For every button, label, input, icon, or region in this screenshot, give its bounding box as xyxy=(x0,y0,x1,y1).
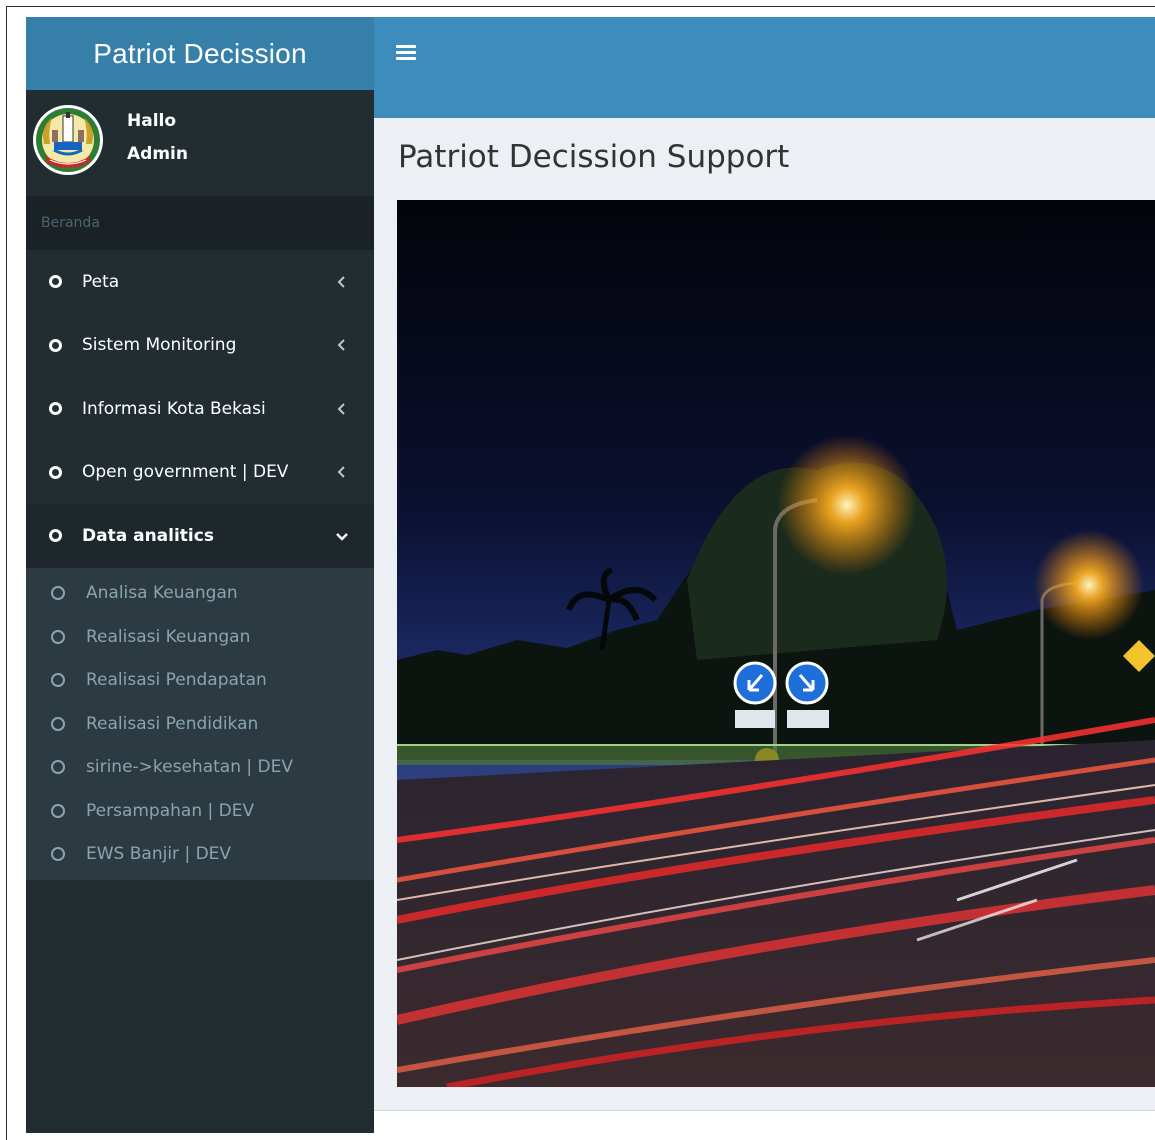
submenu-item-ews-banjir[interactable]: EWS Banjir | DEV xyxy=(26,833,374,877)
submenu-item-realisasi-pendidikan[interactable]: Realisasi Pendidikan xyxy=(26,702,374,746)
user-name: Admin xyxy=(127,144,188,164)
sidebar-item-label: Data analitics xyxy=(82,525,214,546)
circle-o-icon xyxy=(49,275,62,289)
sidebar-item-data-analitics[interactable]: Data analitics xyxy=(26,504,374,568)
sidebar-item-open-government[interactable]: Open government | DEV xyxy=(26,441,374,505)
chevron-left-icon xyxy=(337,466,345,478)
submenu-item-label: Realisasi Pendapatan xyxy=(86,670,267,691)
circle-o-icon xyxy=(51,673,65,688)
submenu-item-label: Realisasi Keuangan xyxy=(86,626,251,647)
submenu-data-analitics: Analisa Keuangan Realisasi Keuangan Real… xyxy=(26,567,374,880)
circle-o-icon xyxy=(51,847,65,862)
circle-o-icon xyxy=(51,760,65,775)
submenu-item-label: Realisasi Pendidikan xyxy=(86,713,259,734)
user-greeting: Hallo xyxy=(127,111,177,131)
chevron-left-icon xyxy=(337,339,345,351)
circle-o-icon xyxy=(49,338,62,352)
sidebar-item-label: Open government | DEV xyxy=(82,462,289,483)
submenu-item-realisasi-pendapatan[interactable]: Realisasi Pendapatan xyxy=(26,659,374,703)
sidebar-section-header: Beranda xyxy=(26,196,374,250)
brand-logo[interactable]: Patriot Decission xyxy=(26,17,374,90)
chevron-left-icon xyxy=(337,276,345,288)
circle-o-icon xyxy=(49,529,62,543)
content-wrapper: Patriot Decission Support xyxy=(374,118,1155,1110)
chevron-left-icon xyxy=(337,403,345,415)
top-navbar xyxy=(374,17,1155,118)
submenu-item-label: Persampahan | DEV xyxy=(86,800,255,821)
submenu-item-label: EWS Banjir | DEV xyxy=(86,844,232,865)
sidebar-item-informasi-kota-bekasi[interactable]: Informasi Kota Bekasi xyxy=(26,377,374,441)
circle-o-icon xyxy=(51,803,65,818)
submenu-item-label: sirine->kesehatan | DEV xyxy=(86,757,293,778)
sidebar: Patriot Decission Hallo Admin Beranda Pe… xyxy=(26,17,374,1133)
sidebar-item-sistem-monitoring[interactable]: Sistem Monitoring xyxy=(26,314,374,378)
circle-o-icon xyxy=(51,629,65,644)
footer xyxy=(374,1110,1155,1134)
sidebar-item-label: Sistem Monitoring xyxy=(82,335,237,356)
city-emblem-avatar xyxy=(33,105,103,175)
sidebar-item-label: Informasi Kota Bekasi xyxy=(82,398,266,419)
sidebar-item-peta[interactable]: Peta xyxy=(26,250,374,314)
circle-o-icon xyxy=(49,402,62,416)
submenu-item-persampahan[interactable]: Persampahan | DEV xyxy=(26,789,374,833)
circle-o-icon xyxy=(49,465,62,479)
user-panel: Hallo Admin xyxy=(26,90,374,196)
hero-image xyxy=(397,200,1155,1087)
chevron-down-icon xyxy=(336,532,348,541)
submenu-item-label: Analisa Keuangan xyxy=(86,583,238,604)
submenu-item-sirine-kesehatan[interactable]: sirine->kesehatan | DEV xyxy=(26,746,374,790)
circle-o-icon xyxy=(51,716,65,731)
page-title: Patriot Decission Support xyxy=(398,139,790,175)
circle-o-icon xyxy=(51,586,65,601)
sidebar-item-label: Peta xyxy=(82,271,120,292)
brand-title: Patriot Decission xyxy=(93,37,307,69)
submenu-item-analisa-keuangan[interactable]: Analisa Keuangan xyxy=(26,572,374,616)
hamburger-icon[interactable] xyxy=(396,45,416,65)
night-highway-photo xyxy=(397,200,1155,1087)
submenu-item-realisasi-keuangan[interactable]: Realisasi Keuangan xyxy=(26,615,374,659)
